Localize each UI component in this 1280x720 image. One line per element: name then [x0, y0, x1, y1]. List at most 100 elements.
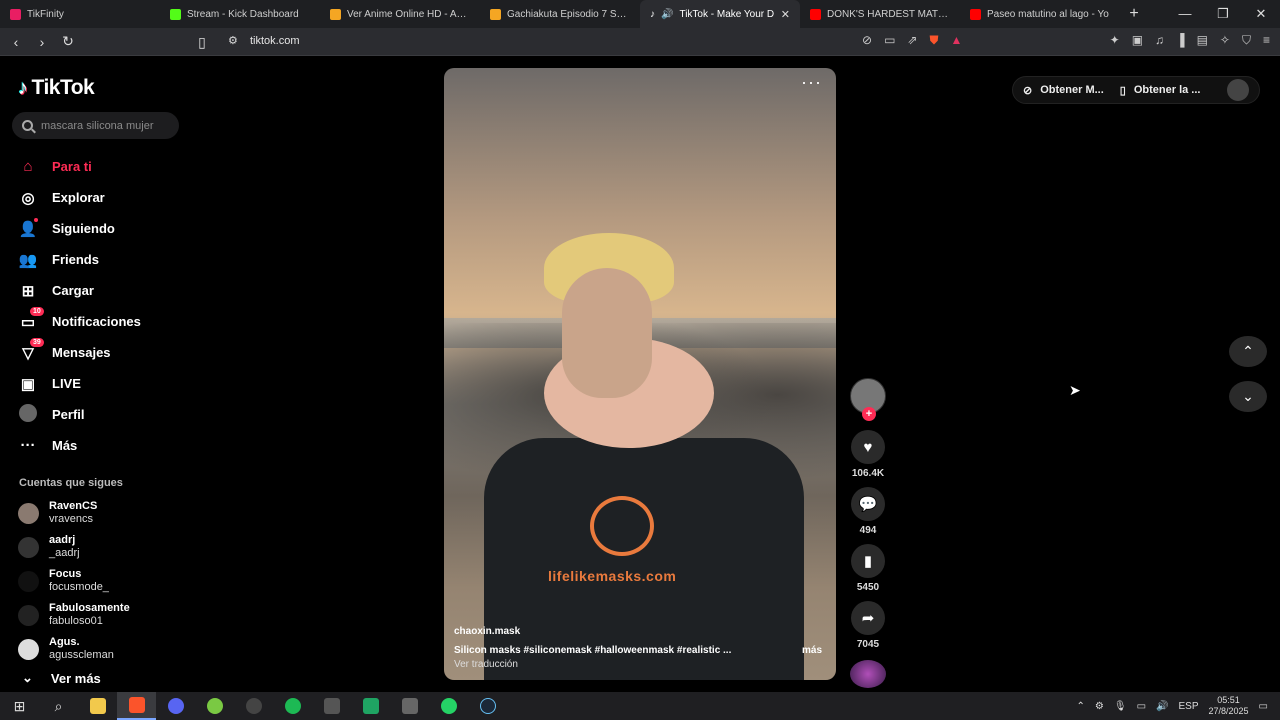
volume-icon[interactable]: 🔊	[1156, 701, 1168, 712]
start-icon[interactable]: ⊞	[0, 692, 39, 720]
discord-icon[interactable]	[156, 692, 195, 720]
followed-account[interactable]: aadrj _aadrj	[18, 530, 178, 564]
chevron-up-icon: ⌃	[1242, 343, 1254, 359]
like-button[interactable]: ♥	[851, 430, 885, 464]
browser-tab-active[interactable]: ♪ 🔊 TikTok - Make Your D ✕	[640, 0, 800, 28]
menu-icon[interactable]: ≡	[1263, 33, 1270, 48]
language-indicator[interactable]: ESP	[1178, 701, 1198, 712]
tab-favicon	[810, 8, 821, 20]
app-icon[interactable]	[390, 692, 429, 720]
browser-tab[interactable]: Stream - Kick Dashboard	[160, 0, 320, 28]
share-arrow-icon: ➦	[861, 610, 875, 627]
vpn-icon[interactable]: ⛉	[1242, 33, 1251, 48]
microphone-icon[interactable]: 🎙	[1114, 701, 1127, 712]
video-more-icon[interactable]: ···	[801, 72, 822, 93]
sidebar-item-cargar[interactable]: ⊞ Cargar	[18, 275, 178, 306]
speaker-icon[interactable]: 🔊	[661, 9, 673, 20]
see-more-button[interactable]: ⌄ Ver más	[22, 670, 101, 686]
browser-tab[interactable]: Paseo matutino al lago - Yo	[960, 0, 1120, 28]
brave-shield-icon[interactable]: ⛊	[929, 33, 938, 48]
followed-account[interactable]: RavenCS vravencs	[18, 496, 178, 530]
video-player[interactable]: lifelikemasks.com ··· chaoxin.mask Silic…	[444, 68, 836, 680]
spotify-icon[interactable]	[273, 692, 312, 720]
sidebar-item-explorar[interactable]: ◎ Explorar	[18, 182, 178, 213]
expand-description-button[interactable]: más	[802, 645, 822, 656]
tray-chevron-icon[interactable]: ⌃	[1077, 701, 1085, 712]
sheets-icon[interactable]	[351, 692, 390, 720]
tiktok-logo[interactable]: ♪ TikTok	[18, 76, 95, 100]
music-disc-icon[interactable]	[850, 660, 886, 688]
close-tab-icon[interactable]: ✕	[781, 8, 790, 21]
followed-account[interactable]: Agus. agusscleman	[18, 632, 178, 666]
share-icon[interactable]: ⇗	[907, 33, 917, 48]
minimize-icon[interactable]: —	[1166, 6, 1204, 22]
sidebar-item-mensajes[interactable]: ▽ 39 Mensajes	[18, 337, 178, 368]
window-controls: — ❐ ✕	[1166, 6, 1280, 22]
follow-plus-icon[interactable]: +	[862, 407, 876, 421]
video-author[interactable]: chaoxin.mask	[454, 626, 826, 637]
get-app-button[interactable]: Obtener la ...	[1134, 84, 1201, 96]
sidebar-item-perfil[interactable]: Perfil	[18, 399, 178, 430]
tab-favicon	[170, 8, 181, 20]
forward-icon[interactable]: ›	[34, 34, 50, 50]
sidebar-item-notificaciones[interactable]: ▭ 10 Notificaciones	[18, 306, 178, 337]
steam-icon[interactable]	[468, 692, 507, 720]
xbox-icon[interactable]	[195, 692, 234, 720]
comment-button[interactable]: 💬	[851, 487, 885, 521]
restore-icon[interactable]: ❐	[1204, 6, 1242, 22]
reload-icon[interactable]: ↻	[60, 33, 76, 50]
account-handle: focusmode_	[49, 581, 109, 593]
bookmark-icon[interactable]: ▯	[194, 34, 210, 51]
extension-icons: ✦ ▣ ♫ ▐ ▤ ✧ ⛉ ≡	[1110, 33, 1270, 48]
live-icon: ▣	[20, 375, 36, 393]
sidebar-icon[interactable]: ▐	[1176, 33, 1185, 48]
site-info-icon[interactable]: ⚙	[228, 34, 238, 47]
url-actions: ⊘ ▭ ⇗ ⛊ ▲	[862, 33, 962, 48]
sidebar-item-friends[interactable]: 👥 Friends	[18, 244, 178, 275]
sidebar-item-mas[interactable]: ··· Más	[18, 430, 178, 461]
leo-icon[interactable]: ✧	[1220, 33, 1230, 48]
notifications-center-icon[interactable]: ▭	[1259, 701, 1268, 712]
screenshot-icon[interactable]: ▣	[1132, 33, 1143, 48]
search-input[interactable]: mascara silicona mujer	[12, 112, 179, 139]
browser-tab[interactable]: DONK'S HARDEST MATCH E	[800, 0, 960, 28]
browser-tab[interactable]: Ver Anime Online HD - Anim	[320, 0, 480, 28]
shirt-text: lifelikemasks.com	[548, 568, 677, 584]
browser-tab[interactable]: Gachiakuta Episodio 7 Sub E	[480, 0, 640, 28]
whatsapp-icon[interactable]	[429, 692, 468, 720]
file-explorer-icon[interactable]	[78, 692, 117, 720]
heart-icon: ♥	[863, 438, 873, 456]
close-window-icon[interactable]: ✕	[1242, 6, 1280, 22]
followed-account[interactable]: Focus focusmode_	[18, 564, 178, 598]
obs-icon[interactable]	[234, 692, 273, 720]
followed-account[interactable]: Fabulosamente fabuloso01	[18, 598, 178, 632]
app-icon[interactable]	[312, 692, 351, 720]
network-icon[interactable]: ▭	[1137, 701, 1146, 712]
save-button[interactable]: ▮	[851, 544, 885, 578]
video-caption: chaoxin.mask Silicon masks #siliconemask…	[454, 626, 826, 670]
get-coins-button[interactable]: Obtener M...	[1040, 84, 1104, 96]
tray-app-icon[interactable]: ⚙	[1095, 701, 1104, 712]
cast-icon[interactable]: ▭	[884, 33, 895, 48]
next-video-button[interactable]: ⌄	[1229, 381, 1267, 412]
previous-video-button[interactable]: ⌃	[1229, 336, 1267, 367]
back-icon[interactable]: ‹	[8, 34, 24, 50]
new-tab-button[interactable]: +	[1120, 5, 1148, 23]
sidebar-item-para-ti[interactable]: ⌂ Para ti	[18, 151, 178, 182]
sidebar-item-siguiendo[interactable]: 👤 Siguiendo	[18, 213, 178, 244]
extensions-icon[interactable]: ✦	[1110, 33, 1120, 48]
user-avatar[interactable]	[1227, 79, 1249, 101]
creator-avatar[interactable]: +	[850, 378, 886, 421]
media-off-icon[interactable]: ⊘	[862, 33, 872, 48]
share-button[interactable]: ➦	[851, 601, 885, 635]
search-icon[interactable]: ⌕	[39, 692, 78, 720]
brave-rewards-icon[interactable]: ▲	[950, 33, 962, 48]
music-icon[interactable]: ♫	[1155, 33, 1164, 48]
translate-button[interactable]: Ver traducción	[454, 659, 826, 670]
url-field[interactable]: tiktok.com	[250, 35, 300, 47]
clock[interactable]: 05:51 27/8/2025	[1209, 695, 1249, 717]
browser-tab[interactable]: TikFinity	[0, 0, 160, 28]
brave-browser-icon[interactable]	[117, 692, 156, 720]
wallet-icon[interactable]: ▤	[1197, 33, 1208, 48]
sidebar-item-live[interactable]: ▣ LIVE	[18, 368, 178, 399]
